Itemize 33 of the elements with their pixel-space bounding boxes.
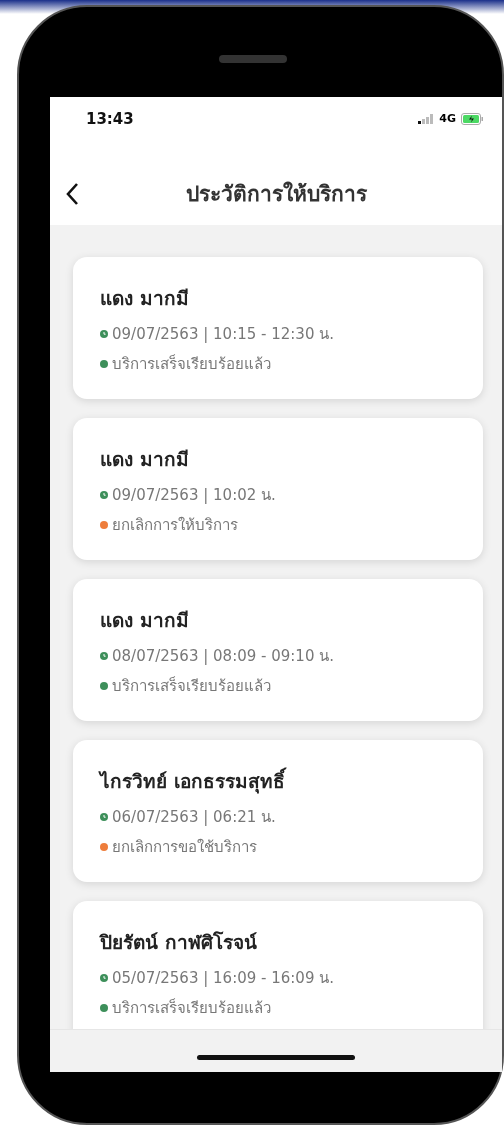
network-type: 4G — [439, 112, 456, 125]
customer-name: แดง มากมี — [100, 286, 190, 311]
service-status: บริการเสร็จเรียบร้อยแล้ว — [112, 353, 271, 375]
service-status: บริการเสร็จเรียบร้อยแล้ว — [112, 997, 271, 1019]
service-status: บริการเสร็จเรียบร้อยแล้ว — [112, 675, 271, 697]
service-datetime: 05/07/2563 | 16:09 - 16:09 น. — [112, 968, 334, 989]
back-icon[interactable] — [65, 181, 79, 206]
service-status: ยกเลิกการขอใช้บริการ — [112, 837, 257, 858]
customer-name: แดง มากมี — [100, 447, 190, 472]
history-card[interactable]: แดง มากมี 08/07/2563 | 08:09 - 09:10 น. บริการเสร็จเรียบร้อยแล้ว — [73, 579, 483, 721]
phone-speaker — [219, 55, 287, 63]
clock-icon — [100, 813, 108, 821]
page-title: ประวัติการให้บริการ — [185, 180, 367, 208]
history-card[interactable]: ไกรวิทย์ เอกธรรมสุทธิ์ 06/07/2563 | 06:21 น. ยกเลิกการขอใช้บริการ — [73, 740, 483, 882]
customer-name: ปิยรัตน์ กาฬศิโรจน์ — [100, 930, 258, 955]
service-datetime: 09/07/2563 | 10:02 น. — [112, 485, 276, 506]
history-card[interactable]: แดง มากมี 09/07/2563 | 10:15 - 12:30 น. บริการเสร็จเรียบร้อยแล้ว — [73, 257, 483, 399]
battery-charging-icon — [461, 112, 484, 125]
clock-icon — [100, 974, 108, 982]
service-datetime: 06/07/2563 | 06:21 น. — [112, 807, 276, 828]
service-datetime: 08/07/2563 | 08:09 - 09:10 น. — [112, 646, 334, 667]
clock-icon — [100, 330, 108, 338]
customer-name: ไกรวิทย์ เอกธรรมสุทธิ์ — [100, 766, 463, 796]
status-time: 13:43 — [86, 109, 134, 128]
customer-name: แดง มากมี — [100, 608, 190, 633]
clock-icon — [100, 491, 108, 499]
home-indicator[interactable] — [197, 1054, 355, 1060]
signal-icon — [418, 113, 435, 124]
history-card[interactable]: แดง มากมี 09/07/2563 | 10:02 น. ยกเลิกการให้บริการ — [73, 418, 483, 560]
history-card[interactable]: ปิยรัตน์ กาฬศิโรจน์ 05/07/2563 | 16:09 - 16:09 น. บริการเสร็จเรียบร้อยแล้ว — [73, 901, 483, 1029]
clock-icon — [100, 652, 108, 660]
service-status: ยกเลิกการให้บริการ — [112, 515, 238, 536]
service-datetime: 09/07/2563 | 10:15 - 12:30 น. — [112, 324, 334, 345]
